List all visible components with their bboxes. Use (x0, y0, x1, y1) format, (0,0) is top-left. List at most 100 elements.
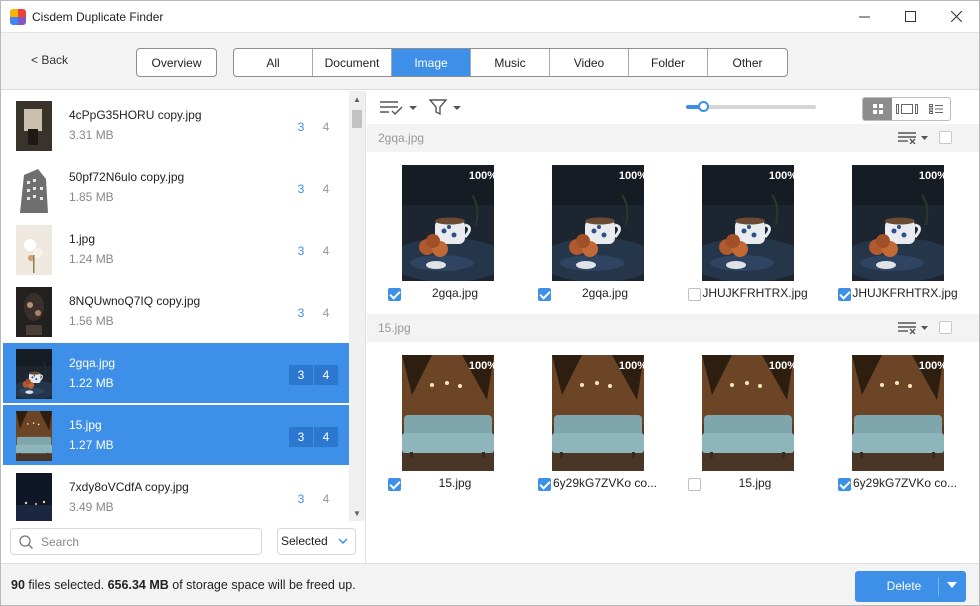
file-thumbnail (10, 349, 58, 400)
file-size: 1.22 MB (69, 376, 114, 390)
image-preview[interactable] (852, 355, 944, 471)
file-thumbnail (16, 411, 52, 461)
file-thumbnail (16, 163, 52, 213)
image-file-name: 6y29kG7ZVKo co... (552, 476, 658, 490)
minimize-icon[interactable] (841, 1, 887, 32)
tab-all[interactable]: All (234, 49, 313, 76)
file-list-item[interactable]: 1.jpg 1.24 MB 3 4 (3, 219, 349, 279)
file-list-item[interactable]: 7xdy8oVCdfA copy.jpg 3.49 MB 3 4 (3, 467, 349, 521)
image-preview[interactable] (702, 355, 794, 471)
selection-summary: 90 files selected. 656.34 MB of storage … (11, 578, 356, 592)
tab-folder[interactable]: Folder (629, 49, 708, 76)
close-icon[interactable] (933, 1, 979, 32)
file-name: 1.jpg (69, 232, 96, 246)
duplicate-groups-panel: 4cPpG35HORU copy.jpg 3.31 MB 3 4 50pf72N6ulo… (1, 91, 366, 563)
similarity-badge: 100% (618, 170, 647, 182)
total-count-badge: 4 (322, 492, 330, 506)
duplicate-count-badge: 3 (289, 427, 313, 447)
total-count-badge: 4 (322, 306, 330, 320)
group-header: 15.jpg (367, 314, 979, 342)
total-count-badge: 4 (314, 427, 338, 447)
freed-space-text: of storage space will be freed up. (172, 578, 356, 592)
group-select-checkbox[interactable] (939, 321, 952, 334)
title-bar: Cisdem Duplicate Finder (1, 1, 979, 32)
window-title: Cisdem Duplicate Finder (32, 9, 164, 24)
delete-options-chevron-icon[interactable] (947, 582, 957, 588)
group-name: 2gqa.jpg (378, 131, 425, 145)
file-name: 2gqa.jpg (69, 356, 116, 370)
image-file-name: JHUJKFRHTRX.jpg (852, 286, 958, 300)
duplicate-count-badge: 3 (297, 492, 305, 506)
delete-button[interactable]: Delete (855, 571, 966, 602)
duplicate-count-badge: 3 (297, 306, 305, 320)
image-preview[interactable] (552, 355, 644, 471)
tab-video[interactable]: Video (550, 49, 629, 76)
file-thumbnail (16, 473, 52, 521)
thumbnail-size-slider[interactable] (686, 101, 816, 112)
tab-image[interactable]: Image (392, 49, 471, 76)
file-list-item[interactable]: 4cPpG35HORU copy.jpg 3.31 MB 3 4 (3, 95, 349, 155)
slider-knob[interactable] (697, 101, 709, 112)
duplicate-count-badge: 3 (297, 120, 305, 134)
total-count-badge: 4 (322, 182, 330, 196)
filter-select-value: Selected (281, 534, 328, 548)
file-list-item[interactable]: 8NQUwnoQ7IQ copy.jpg 1.56 MB 3 4 (3, 281, 349, 341)
image-preview[interactable] (402, 355, 494, 471)
group-name: 15.jpg (378, 321, 411, 335)
image-preview[interactable] (552, 165, 644, 281)
group-select-checkbox[interactable] (939, 131, 952, 144)
tab-other[interactable]: Other (708, 49, 787, 76)
sort-icon[interactable] (380, 100, 418, 116)
file-list-item[interactable]: 2gqa.jpg 1.22 MB 3 4 (3, 343, 349, 403)
image-file-name: 2gqa.jpg (431, 286, 479, 300)
total-count-badge: 4 (322, 244, 330, 258)
file-name: 15.jpg (69, 418, 102, 432)
image-preview[interactable] (702, 165, 794, 281)
image-file-name: 15.jpg (438, 476, 472, 490)
grid-view-icon[interactable] (863, 98, 892, 120)
scroll-down-icon[interactable]: ▼ (349, 505, 365, 521)
freed-space-size: 656.34 MB (107, 578, 169, 592)
file-thumbnail (16, 101, 52, 151)
list-view-icon[interactable] (921, 98, 950, 120)
auto-select-icon[interactable] (898, 132, 930, 145)
image-file-name: JHUJKFRHTRX.jpg (702, 286, 808, 300)
status-bar: 90 files selected. 656.34 MB of storage … (1, 563, 979, 605)
similarity-badge: 100% (768, 170, 797, 182)
delete-button-divider (938, 577, 939, 596)
tab-document[interactable]: Document (313, 49, 392, 76)
image-preview[interactable] (402, 165, 494, 281)
overview-button[interactable]: Overview (136, 48, 217, 77)
similarity-badge: 100% (918, 360, 947, 372)
auto-select-icon[interactable] (898, 322, 930, 335)
scrollbar-thumb[interactable] (352, 110, 362, 128)
file-size: 1.56 MB (69, 314, 114, 328)
file-thumbnail (16, 287, 52, 337)
file-size: 1.27 MB (69, 438, 114, 452)
selected-files-count: 90 (11, 578, 25, 592)
filter-select[interactable]: Selected (277, 528, 356, 555)
file-list-scrollbar[interactable]: ▲ ▼ (349, 91, 365, 521)
carousel-view-icon[interactable] (892, 98, 921, 120)
chevron-down-icon (338, 538, 348, 545)
search-input[interactable] (41, 533, 251, 551)
app-logo-icon (10, 8, 26, 25)
image-preview[interactable] (852, 165, 944, 281)
scroll-up-icon[interactable]: ▲ (349, 91, 365, 107)
file-list-item[interactable]: 15.jpg 1.27 MB 3 4 (3, 405, 349, 465)
tab-music[interactable]: Music (471, 49, 550, 76)
similarity-badge: 100% (618, 360, 647, 372)
group-header: 2gqa.jpg (367, 124, 979, 152)
search-box[interactable] (10, 528, 262, 555)
category-tabs: All Document Image Music Video Folder Other (233, 48, 788, 77)
similarity-badge: 100% (468, 170, 497, 182)
similarity-badge: 100% (918, 170, 947, 182)
duplicate-count-badge: 3 (297, 182, 305, 196)
file-list-item[interactable]: 50pf72N6ulo copy.jpg 1.85 MB 3 4 (3, 157, 349, 217)
file-thumbnail (16, 225, 52, 275)
filter-icon[interactable] (429, 99, 463, 115)
image-file-name: 2gqa.jpg (581, 286, 629, 300)
search-icon (19, 535, 33, 549)
back-button[interactable]: < Back (31, 53, 68, 67)
maximize-icon[interactable] (887, 1, 933, 32)
